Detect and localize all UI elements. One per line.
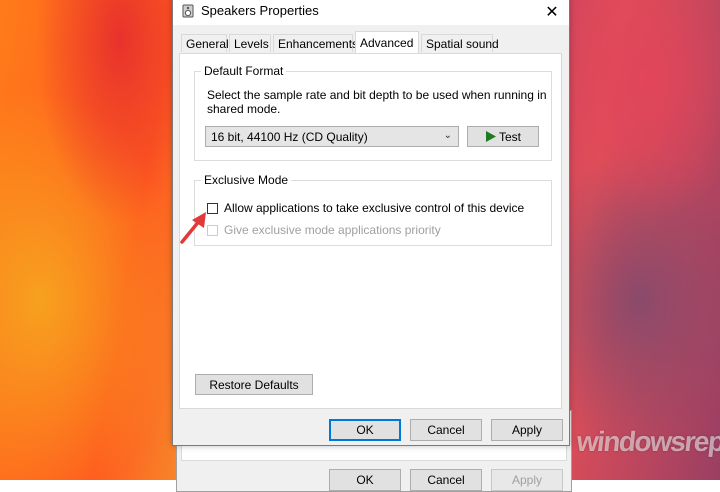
default-format-label: Default Format xyxy=(201,64,287,78)
allow-exclusive-row[interactable]: Allow applications to take exclusive con… xyxy=(207,201,524,215)
test-button-label: Test xyxy=(498,129,521,144)
tab-advanced[interactable]: Advanced xyxy=(355,31,419,53)
default-format-group: Default Format Select the sample rate an… xyxy=(194,64,552,161)
tab-spatial-sound[interactable]: Spatial sound xyxy=(421,34,499,52)
chevron-down-icon: ⌄ xyxy=(443,130,452,141)
speaker-icon xyxy=(182,4,194,18)
tab-enhancements[interactable]: Enhancements xyxy=(273,34,358,52)
restore-defaults-button[interactable]: Restore Defaults xyxy=(195,374,313,395)
exclusive-mode-label: Exclusive Mode xyxy=(201,173,292,187)
tab-levels[interactable]: Levels xyxy=(229,34,271,52)
window-title: Speakers Properties xyxy=(201,3,319,18)
test-button[interactable]: Test xyxy=(467,126,539,147)
speakers-properties-dialog: Speakers Properties ✕ General Levels Enh… xyxy=(172,0,570,446)
tab-general[interactable]: General xyxy=(181,34,229,52)
title-bar[interactable]: Speakers Properties ✕ xyxy=(173,0,569,25)
background-ok-button[interactable]: OK xyxy=(329,469,401,491)
format-select-value: 16 bit, 44100 Hz (CD Quality) xyxy=(211,129,368,144)
exclusive-priority-row: Give exclusive mode applications priorit… xyxy=(207,223,441,237)
format-select[interactable]: 16 bit, 44100 Hz (CD Quality) ⌄ xyxy=(205,126,459,147)
exclusive-priority-label: Give exclusive mode applications priorit… xyxy=(224,223,441,237)
advanced-tab-panel: Default Format Select the sample rate an… xyxy=(179,53,562,409)
default-format-description: Select the sample rate and bit depth to … xyxy=(207,88,547,116)
apply-button[interactable]: Apply xyxy=(491,419,563,441)
background-cancel-button[interactable]: Cancel xyxy=(410,469,482,491)
exclusive-mode-group: Exclusive Mode Allow applications to tak… xyxy=(194,173,552,246)
watermark-logo: windowsreport xyxy=(575,426,720,457)
allow-exclusive-label: Allow applications to take exclusive con… xyxy=(224,201,525,215)
close-button[interactable]: ✕ xyxy=(535,0,569,23)
background-apply-button: Apply xyxy=(491,469,563,491)
cancel-button[interactable]: Cancel xyxy=(410,419,482,441)
ok-button[interactable]: OK xyxy=(329,419,401,441)
play-icon xyxy=(485,131,496,142)
annotation-arrow-icon xyxy=(180,212,206,244)
